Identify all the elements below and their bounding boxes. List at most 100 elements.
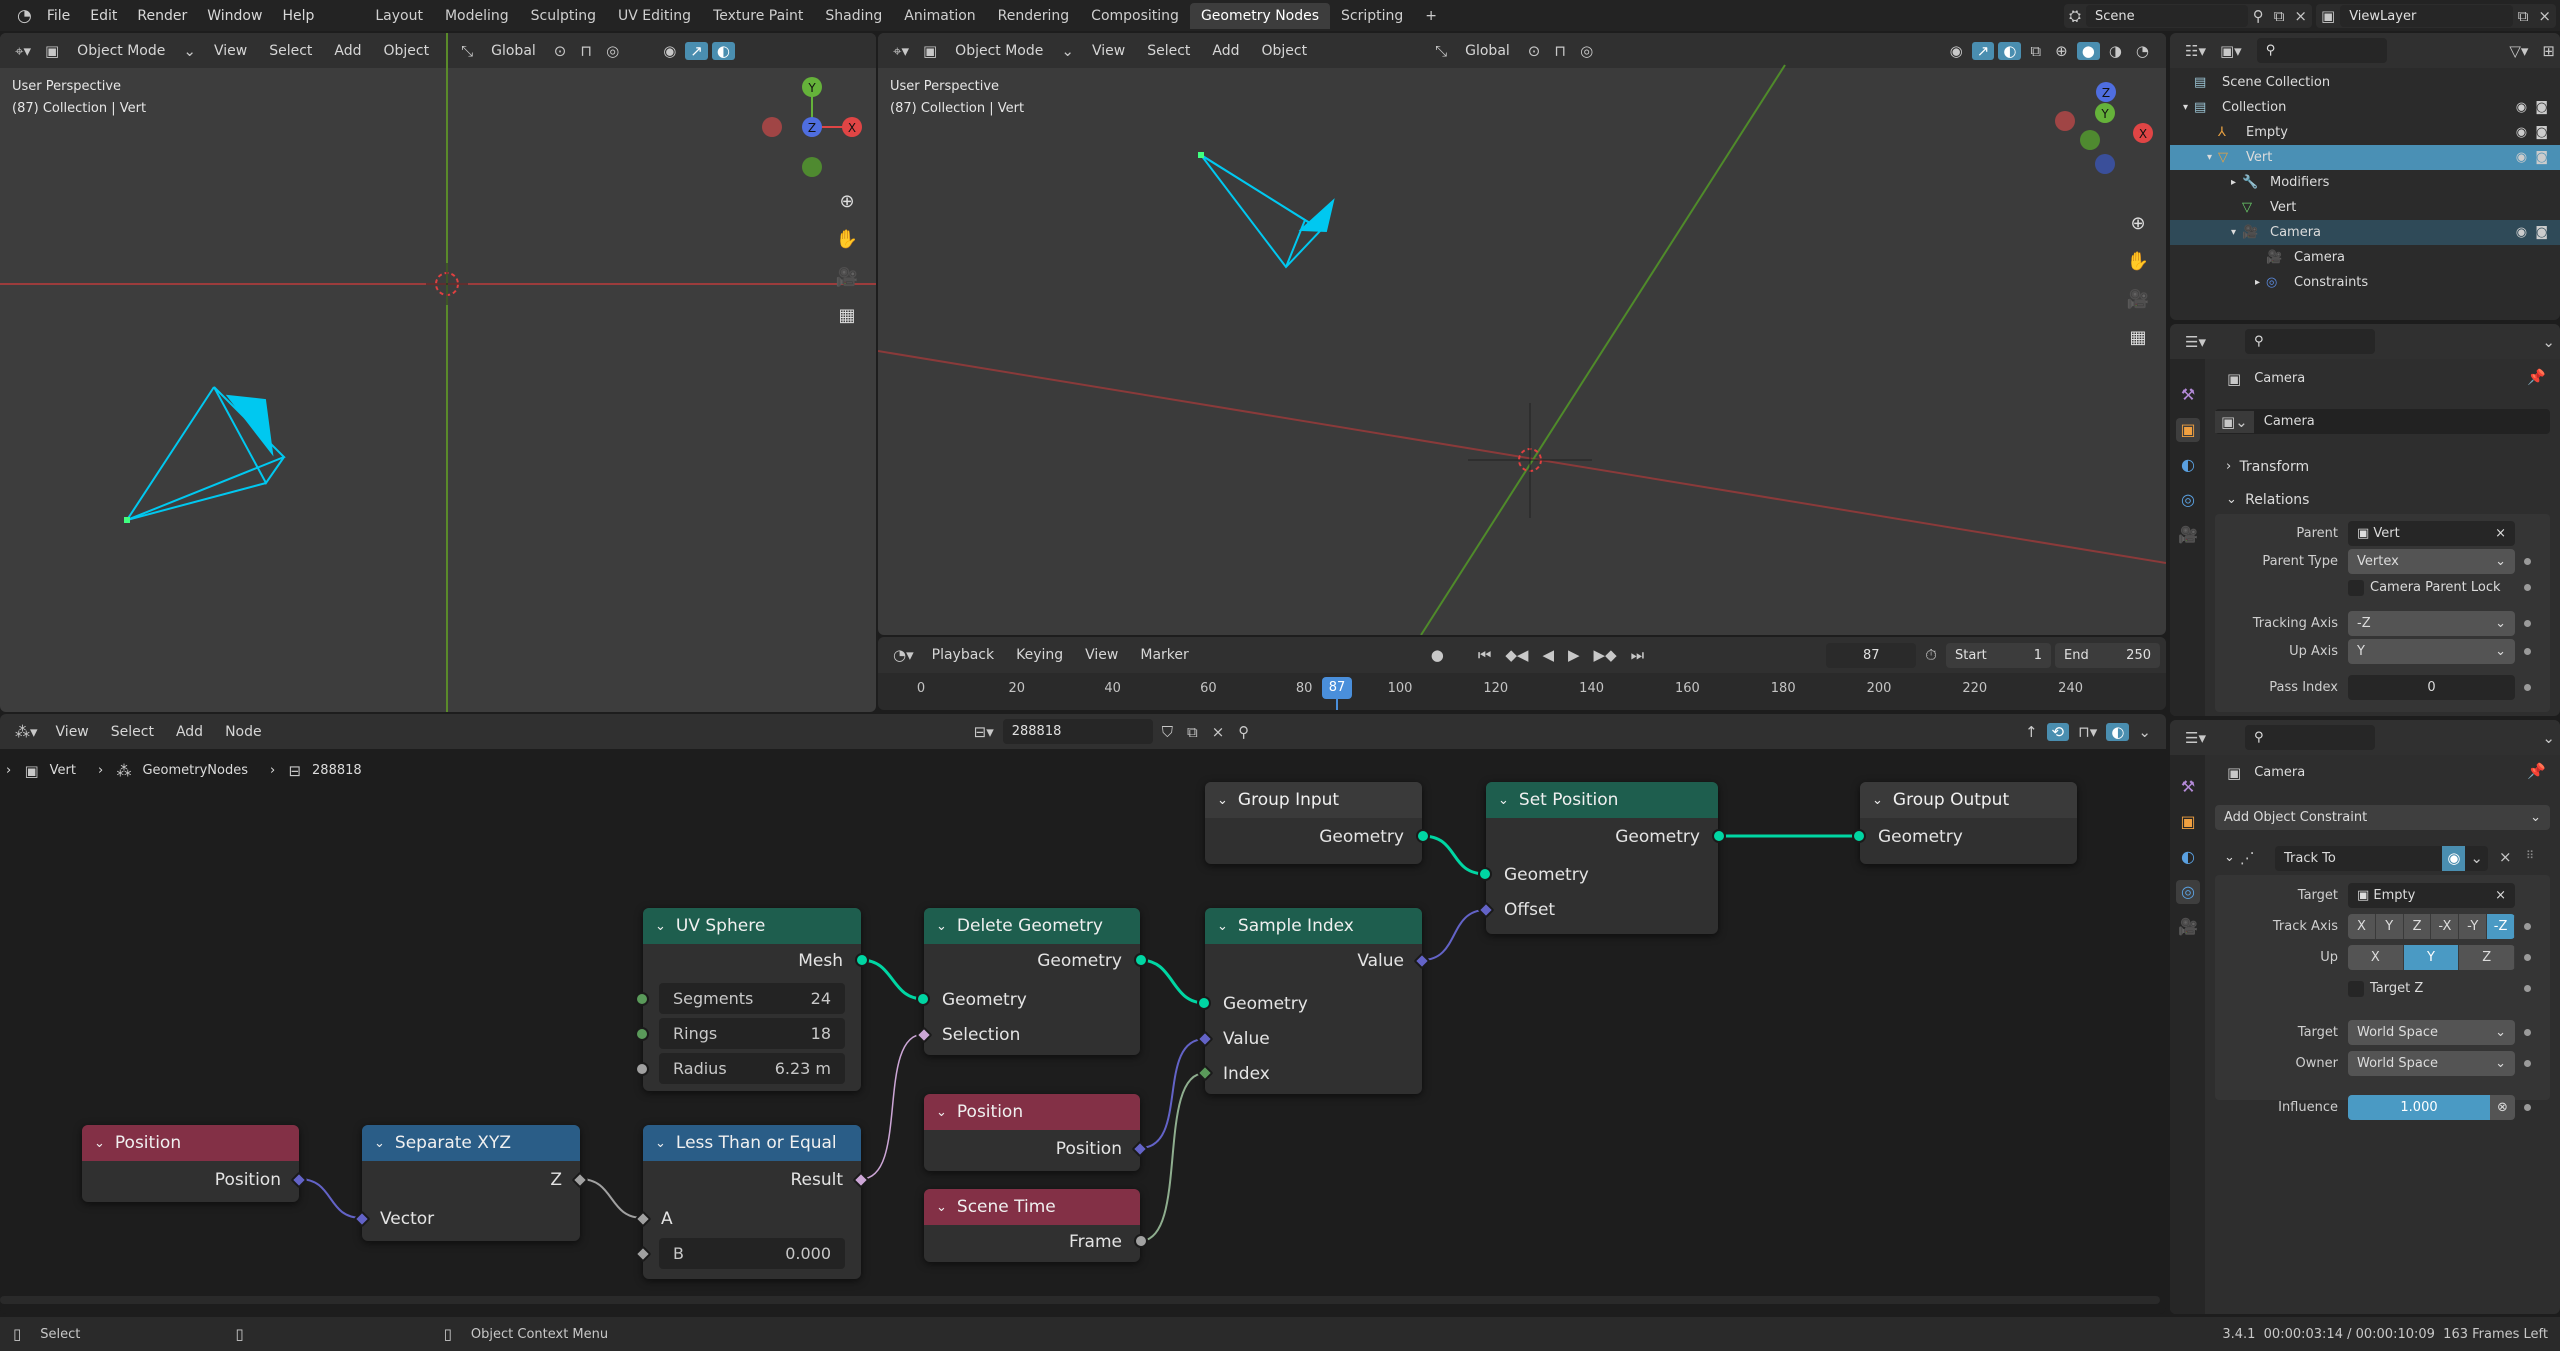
- camera-data-tab-icon[interactable]: 🎥: [2176, 523, 2200, 547]
- pin-icon[interactable]: 📌: [2522, 368, 2551, 386]
- up-axis-dropdown[interactable]: Y ⌄: [2348, 639, 2515, 664]
- zoom-icon[interactable]: ⊕: [832, 183, 862, 221]
- output-geometry-socket[interactable]: [1416, 829, 1430, 843]
- current-frame-field[interactable]: 87: [1826, 642, 1917, 668]
- camera-view-icon[interactable]: 🎥: [832, 259, 862, 297]
- target-space-dropdown[interactable]: World Space ⌄: [2348, 1020, 2515, 1045]
- add-workspace-button[interactable]: +: [1414, 3, 1448, 29]
- physics-tab-icon[interactable]: ◐: [2176, 845, 2200, 869]
- editor-type-icon[interactable]: ◔▾: [888, 646, 919, 664]
- node-less-than-or-equal[interactable]: ⌄ Less Than or Equal Result A B 0.000: [634, 1125, 870, 1279]
- menu-node[interactable]: Node: [216, 721, 271, 743]
- object-tab-icon[interactable]: ▣: [2176, 810, 2200, 834]
- tool-tab-icon[interactable]: ⚒: [2176, 383, 2200, 407]
- menu-edit[interactable]: Edit: [80, 8, 127, 24]
- input-segments-socket[interactable]: [635, 992, 649, 1006]
- properties-constraints[interactable]: ☰▾ ⚲ ⌄ ⚒ ▣ ◐ ◎ 🎥 ▣ Camera 📌 Add Object Co…: [2170, 720, 2560, 1314]
- collapse-icon[interactable]: ⌄: [1217, 919, 1228, 934]
- properties-search-input[interactable]: ⚲: [2244, 725, 2375, 750]
- chevron-down-icon[interactable]: ⌄: [2537, 333, 2560, 351]
- pin-icon[interactable]: 📌: [2522, 762, 2551, 780]
- node-scene-time[interactable]: ⌄ Scene Time Frame: [924, 1189, 1148, 1262]
- stopwatch-icon[interactable]: ⏱: [1920, 646, 1942, 664]
- outliner-item[interactable]: ▾ 🎥 Camera ◉ ◙: [2170, 220, 2560, 245]
- tab-modeling[interactable]: Modeling: [434, 3, 520, 29]
- keyframe-dot[interactable]: [2524, 1029, 2531, 1036]
- chevron-down-icon[interactable]: ⌄: [2133, 723, 2156, 741]
- pin-icon[interactable]: ⚲: [1233, 723, 1254, 741]
- node-sample-index[interactable]: ⌄ Sample Index Value Geometry Value Index: [1196, 908, 1431, 1094]
- menu-marker[interactable]: Marker: [1131, 644, 1197, 666]
- start-frame-field[interactable]: Start 1: [1946, 642, 2051, 668]
- axis-option-neg-z[interactable]: -Z: [2487, 914, 2515, 939]
- chevron-down-icon[interactable]: ⌄: [2537, 729, 2560, 747]
- snap-mode-icon[interactable]: ⊓▾: [2073, 723, 2102, 741]
- keyframe-dot[interactable]: [2524, 648, 2531, 655]
- chevron-down-icon[interactable]: ⌄: [2224, 850, 2235, 865]
- object-tab-icon[interactable]: ▣: [2176, 418, 2200, 442]
- collapse-icon[interactable]: ⌄: [936, 1105, 947, 1120]
- viewport-right[interactable]: ⌖▾ ▣ Object Mode ⌄ View Select Add Object…: [878, 33, 2166, 635]
- tab-uv-editing[interactable]: UV Editing: [607, 3, 702, 29]
- node-position[interactable]: ⌄ Position Position: [924, 1094, 1149, 1171]
- constraint-tab-icon[interactable]: ◎: [2176, 880, 2200, 904]
- output-geometry-socket[interactable]: [1712, 829, 1726, 843]
- collapse-icon[interactable]: ⌄: [936, 1200, 947, 1215]
- node-separate-xyz[interactable]: ⌄ Separate XYZ Z Vector: [353, 1125, 589, 1241]
- track-axis-selector[interactable]: X Y Z -X -Y -Z: [2348, 914, 2515, 939]
- keyframe-dot[interactable]: [2524, 558, 2531, 565]
- keyframe-dot[interactable]: [2524, 985, 2531, 992]
- fake-user-icon[interactable]: ⛉: [1157, 723, 1178, 741]
- snap-toggle-icon[interactable]: ⟲: [2046, 722, 2070, 741]
- render-camera-icon[interactable]: ◙: [2535, 150, 2548, 165]
- pan-hand-icon[interactable]: ✋: [832, 221, 862, 259]
- transform-panel-header[interactable]: › Transform: [2226, 454, 2309, 479]
- physics-tab-icon[interactable]: ◐: [2176, 453, 2200, 477]
- parent-node-tree-icon[interactable]: ↑: [2020, 723, 2043, 741]
- overlay-toggle-icon[interactable]: ◐: [2106, 722, 2130, 741]
- chevron-down-icon[interactable]: ⌄: [2465, 846, 2488, 871]
- collapse-icon[interactable]: ⌄: [655, 1136, 666, 1151]
- node-set-position[interactable]: ⌄ Set Position Geometry Geometry Offset: [1477, 782, 1726, 934]
- tab-sculpting[interactable]: Sculpting: [520, 3, 607, 29]
- output-geometry-socket[interactable]: [1134, 953, 1148, 967]
- outliner-item[interactable]: ⅄ Empty ◉ ◙: [2170, 120, 2560, 145]
- constraint-name-field[interactable]: Track To ◉ ⌄: [2275, 846, 2488, 871]
- duplicate-icon[interactable]: ⧉: [2269, 7, 2290, 25]
- constraint-tab-icon[interactable]: ◎: [2176, 488, 2200, 512]
- node-header[interactable]: ⌄ Delete Geometry: [924, 908, 1140, 944]
- disclosure-triangle-icon[interactable]: ▸: [2170, 277, 2266, 288]
- drag-handle-icon[interactable]: ⠿: [2526, 849, 2534, 862]
- next-keyframe-icon[interactable]: ▶◆: [1589, 646, 1622, 664]
- node-header[interactable]: ⌄ Group Output: [1860, 782, 2077, 818]
- menu-file[interactable]: File: [37, 8, 80, 24]
- node-header[interactable]: ⌄ Group Input: [1205, 782, 1422, 818]
- keyframe-dot[interactable]: [2524, 923, 2531, 930]
- keyframe-dot[interactable]: [2524, 584, 2531, 591]
- view-layer-selector[interactable]: ▣ ViewLayer ⧉ ×: [2316, 4, 2556, 28]
- disclosure-triangle-icon[interactable]: ▾: [2170, 227, 2242, 238]
- jump-end-icon[interactable]: ⏭: [1626, 646, 1650, 664]
- tab-geometry-nodes[interactable]: Geometry Nodes: [1189, 2, 1331, 29]
- properties-object[interactable]: ☰▾ ⚲ ⌄ ⚒ ▣ ◐ ◎ 🎥 ▣ Camera 📌 ▣⌄ Camera › Tr…: [2170, 324, 2560, 716]
- node-header[interactable]: ⌄ Less Than or Equal: [643, 1125, 861, 1161]
- duplicate-icon[interactable]: ⧉: [1182, 723, 1203, 741]
- input-radius-socket[interactable]: [635, 1062, 649, 1076]
- object-datablock-field[interactable]: ▣⌄ Camera: [2215, 409, 2550, 434]
- up-axis-selector[interactable]: XYZ: [2348, 945, 2515, 970]
- menu-view[interactable]: View: [47, 721, 98, 743]
- menu-keying[interactable]: Keying: [1007, 644, 1072, 666]
- ortho-grid-icon[interactable]: ▦: [832, 297, 862, 335]
- visibility-eye-icon[interactable]: ◉: [2516, 125, 2527, 140]
- outliner-item[interactable]: ▾ ▤ Collection ◉ ◙: [2170, 95, 2560, 120]
- tab-shading[interactable]: Shading: [814, 3, 893, 29]
- owner-space-dropdown[interactable]: World Space ⌄: [2348, 1051, 2515, 1076]
- axis-option-y[interactable]: Y: [2375, 914, 2404, 939]
- node-header[interactable]: ⌄ Set Position: [1486, 782, 1718, 818]
- axis-option-z[interactable]: Z: [2459, 945, 2515, 970]
- node-header[interactable]: ⌄ Position: [82, 1125, 299, 1161]
- keyframe-dot[interactable]: [2524, 620, 2531, 627]
- input-geometry-socket[interactable]: [1197, 996, 1211, 1010]
- menu-add[interactable]: Add: [167, 721, 212, 743]
- play-icon[interactable]: ▶: [1563, 646, 1585, 664]
